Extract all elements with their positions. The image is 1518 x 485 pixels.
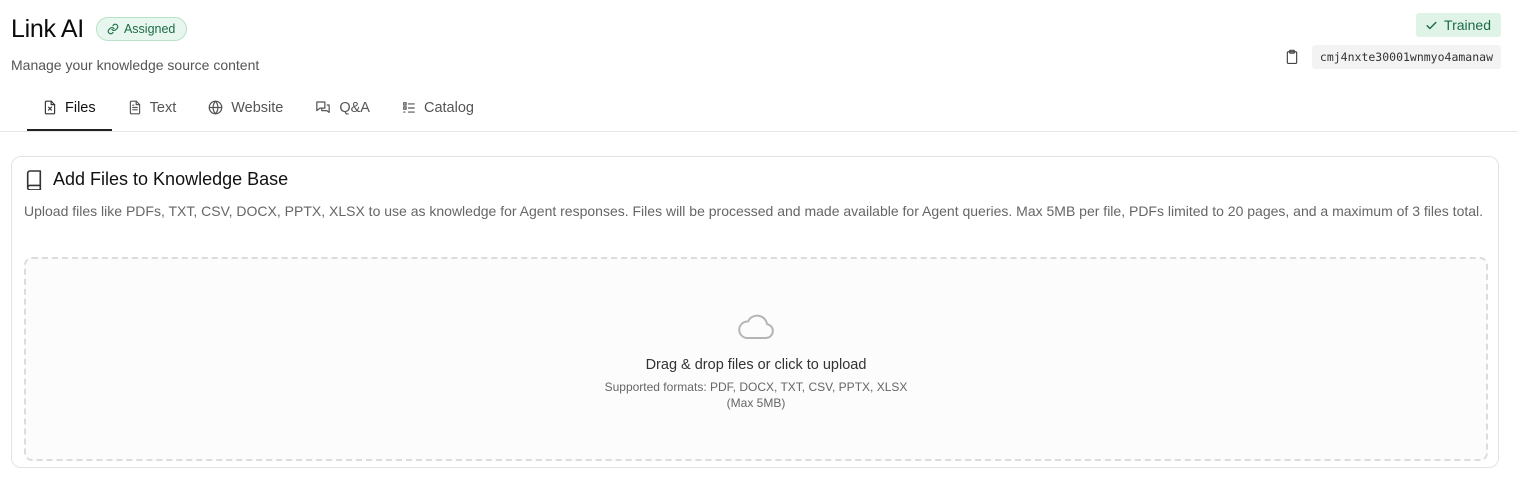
page-title: Link AI [11, 15, 84, 43]
dropzone-formats: Supported formats: PDF, DOCX, TXT, CSV, … [604, 380, 908, 394]
book-icon [25, 169, 43, 190]
tab-label: Text [149, 99, 177, 116]
file-dropzone[interactable]: Drag & drop files or click to upload Sup… [24, 257, 1488, 461]
tab-label: Catalog [423, 99, 474, 116]
tab-files[interactable]: Files [27, 86, 112, 131]
dropzone-title: Drag & drop files or click to upload [645, 357, 867, 373]
tab-website[interactable]: Website [192, 86, 299, 131]
check-icon [1425, 19, 1438, 32]
trained-badge: Trained [1416, 13, 1501, 37]
cloud-icon [737, 312, 775, 340]
dropzone-max-size: (Max 5MB) [726, 396, 786, 410]
tab-label: Website [231, 99, 284, 116]
card-title-row: Add Files to Knowledge Base [25, 169, 288, 190]
clipboard-icon[interactable] [1282, 47, 1302, 67]
tab-catalog[interactable]: Catalog [386, 86, 490, 131]
card-description: Upload files like PDFs, TXT, CSV, DOCX, … [24, 203, 1484, 219]
source-id: cmj4nxte30001wnmyo4amanaw [1311, 45, 1501, 69]
assigned-badge-label: Assigned [123, 22, 176, 36]
tab-text[interactable]: Text [112, 86, 193, 131]
source-tabs: Files Text Website Q&A Catalog [27, 86, 490, 131]
source-id-group: cmj4nxte30001wnmyo4amanaw [1282, 45, 1501, 69]
list-icon [402, 101, 416, 115]
page-header: Link AI Assigned Manage your knowledge s… [11, 14, 259, 73]
tab-qa[interactable]: Q&A [299, 86, 386, 131]
chat-icon [315, 100, 331, 115]
assigned-badge: Assigned [95, 17, 188, 41]
page-subtitle: Manage your knowledge source content [11, 57, 260, 73]
tab-label: Files [65, 99, 96, 116]
file-text-icon [128, 100, 142, 115]
tabs-divider [0, 131, 1518, 132]
link-icon [107, 23, 119, 35]
tab-label: Q&A [339, 99, 370, 116]
file-x-icon [43, 100, 57, 115]
card-title: Add Files to Knowledge Base [53, 169, 289, 189]
add-files-card: Add Files to Knowledge Base Upload files… [11, 156, 1499, 468]
globe-icon [208, 100, 223, 115]
title-row: Link AI Assigned [11, 14, 259, 44]
trained-badge-label: Trained [1444, 17, 1491, 33]
